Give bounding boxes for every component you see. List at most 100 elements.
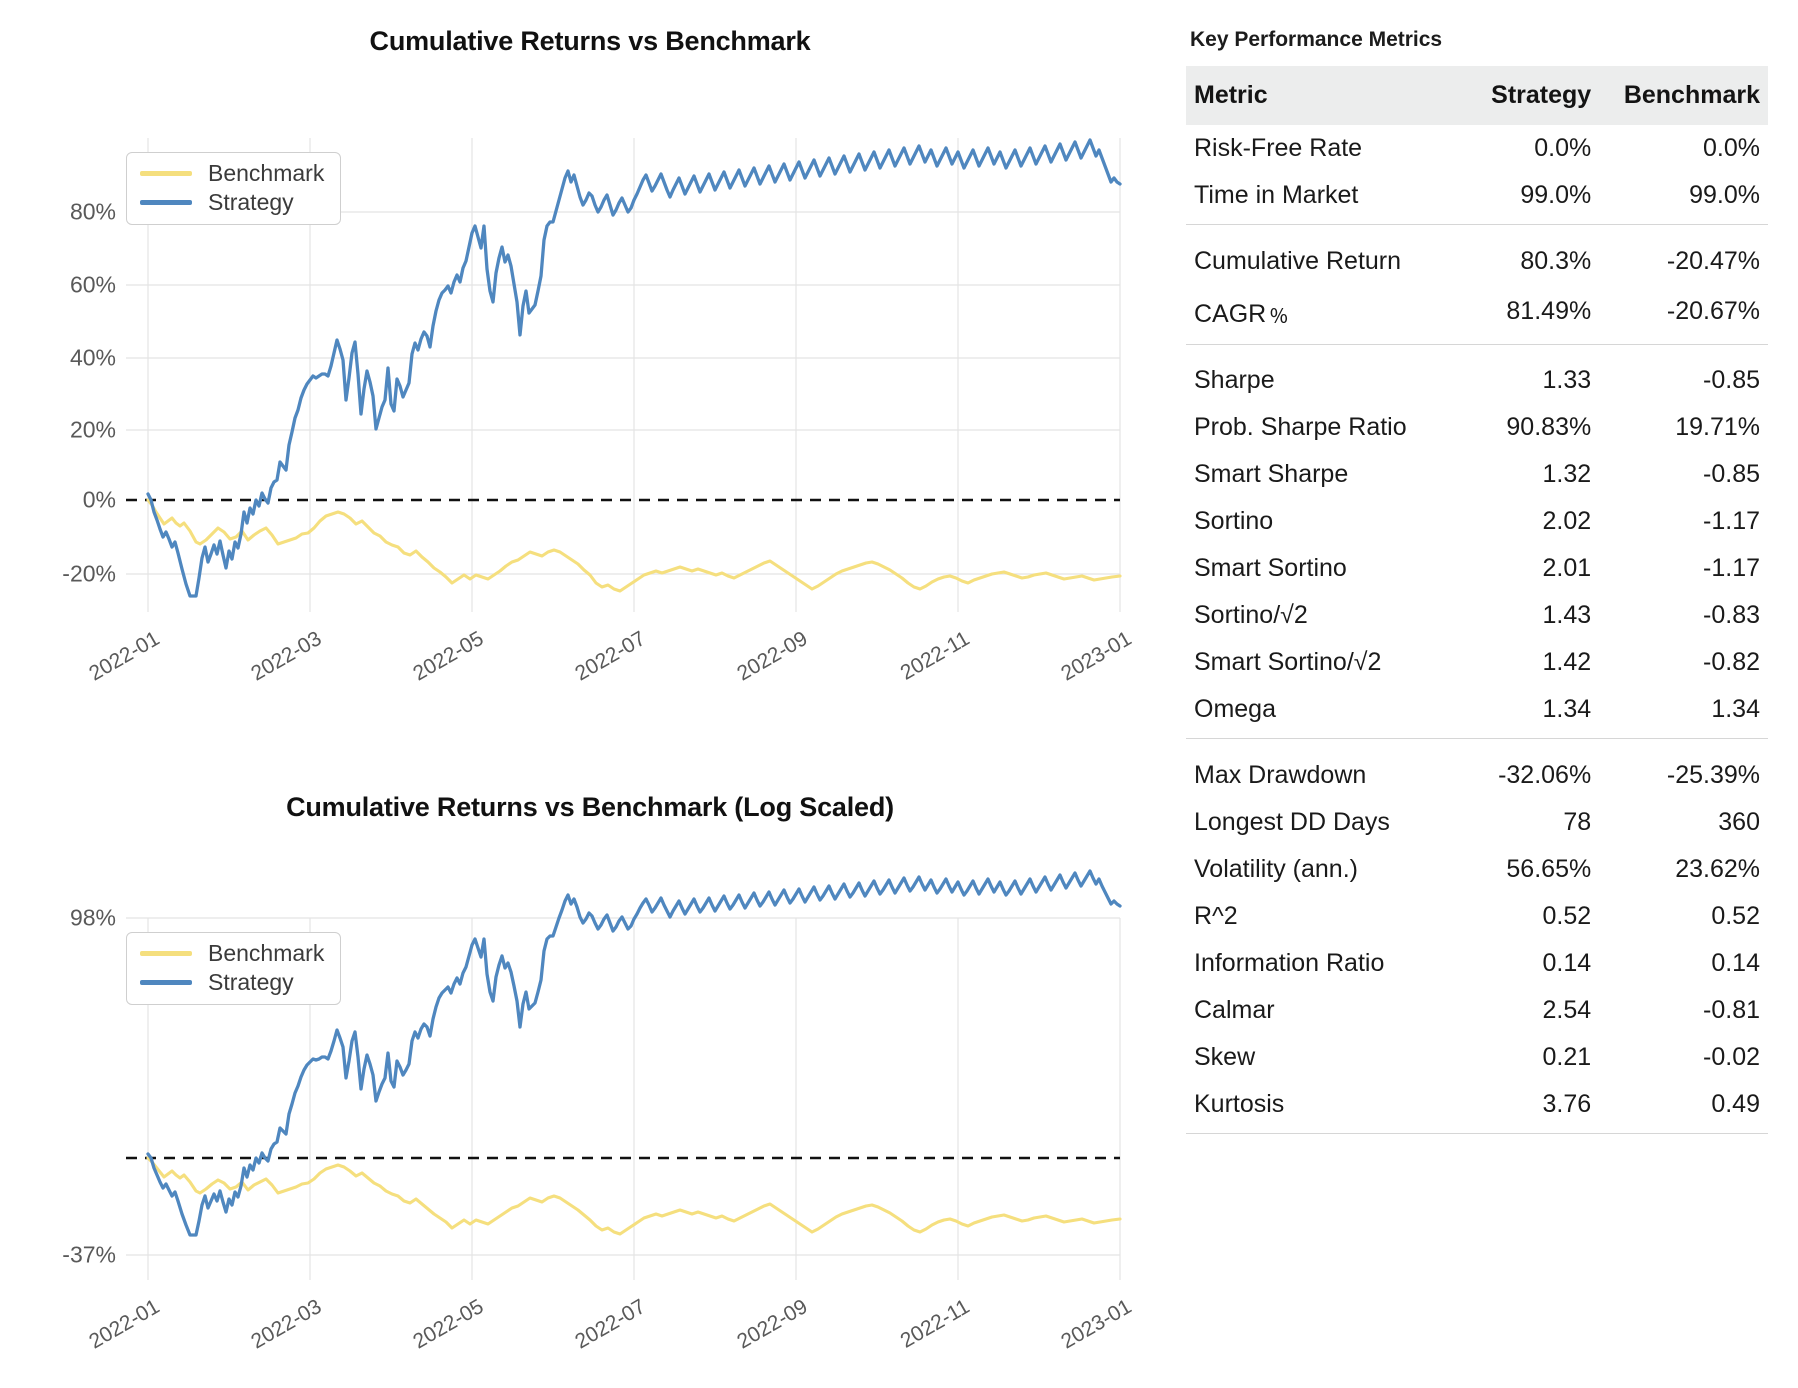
metric-benchmark-value: 19.71% [1599,404,1768,451]
metric-benchmark-value: -0.02 [1599,1034,1768,1081]
metric-label: Skew [1186,1034,1430,1081]
metric-strategy-value: 2.54 [1430,987,1599,1034]
table-row: Cumulative Return 80.3% -20.47% [1186,238,1768,285]
metric-benchmark-value: 23.62% [1599,846,1768,893]
table-row: Smart Sortino 2.01 -1.17 [1186,545,1768,592]
group-divider [1186,344,1768,357]
key-performance-metrics-table: Metric Strategy Benchmark Risk-Free Rate… [1186,66,1768,1146]
strategy-color-swatch [140,980,192,985]
metric-benchmark-value: -1.17 [1599,545,1768,592]
group-divider [1186,225,1768,238]
legend-label-benchmark: Benchmark [208,162,324,185]
metric-benchmark-value: 0.52 [1599,893,1768,940]
metric-strategy-value: 78 [1430,799,1599,846]
table-row: Sortino/√2 1.43 -0.83 [1186,592,1768,639]
metric-strategy-value: 90.83% [1430,404,1599,451]
strategy-color-swatch [140,200,192,205]
metric-label: Volatility (ann.) [1186,846,1430,893]
metric-benchmark-value: -0.83 [1599,592,1768,639]
table-row: Smart Sharpe 1.32 -0.85 [1186,451,1768,498]
metric-label: Prob. Sharpe Ratio [1186,404,1430,451]
metric-label: Smart Sharpe [1186,451,1430,498]
metric-benchmark-value: 0.14 [1599,940,1768,987]
metric-label: Kurtosis [1186,1081,1430,1134]
table-row: Skew 0.21 -0.02 [1186,1034,1768,1081]
metric-strategy-value: 80.3% [1430,238,1599,285]
benchmark-color-swatch [140,951,192,956]
chart-canvas-linear [0,0,1180,760]
metric-benchmark-value: 0.0% [1599,125,1768,172]
table-row: Information Ratio 0.14 0.14 [1186,940,1768,987]
metric-label: Time in Market [1186,172,1430,225]
column-header-benchmark: Benchmark [1599,66,1768,125]
metric-benchmark-value: 0.49 [1599,1081,1768,1134]
legend-label-benchmark: Benchmark [208,942,324,965]
legend-label-strategy: Strategy [208,191,294,214]
legend-item-benchmark: Benchmark [140,162,324,185]
metric-strategy-value: 0.0% [1430,125,1599,172]
metric-benchmark-value: -0.85 [1599,357,1768,404]
metric-strategy-value: 0.21 [1430,1034,1599,1081]
metric-label: Smart Sortino/√2 [1186,639,1430,686]
metric-strategy-value: 1.34 [1430,686,1599,739]
metric-strategy-value: 1.32 [1430,451,1599,498]
table-row: Max Drawdown -32.06% -25.39% [1186,752,1768,799]
metric-label: Sortino/√2 [1186,592,1430,639]
legend-item-strategy: Strategy [140,191,324,214]
legend-label-strategy: Strategy [208,971,294,994]
chart-legend-log: Benchmark Strategy [126,932,341,1005]
metrics-table-body: Risk-Free Rate 0.0% 0.0% Time in Market … [1186,125,1768,1146]
table-row: Risk-Free Rate 0.0% 0.0% [1186,125,1768,172]
table-row: Omega 1.34 1.34 [1186,686,1768,739]
metric-benchmark-value: -0.81 [1599,987,1768,1034]
metric-label: Calmar [1186,987,1430,1034]
metric-label: CAGR﹪ [1186,285,1430,345]
metric-strategy-value: 1.43 [1430,592,1599,639]
metric-benchmark-value: -0.82 [1599,639,1768,686]
table-row: Sharpe 1.33 -0.85 [1186,357,1768,404]
table-row: CAGR﹪ 81.49% -20.67% [1186,285,1768,345]
cumulative-returns-log-chart: Cumulative Returns vs Benchmark (Log Sca… [0,760,1180,1388]
metrics-panel-title: Key Performance Metrics [1190,28,1768,52]
chart-canvas-log [0,760,1180,1388]
metric-label: Risk-Free Rate [1186,125,1430,172]
legend-item-strategy-log: Strategy [140,971,324,994]
column-header-strategy: Strategy [1430,66,1599,125]
metric-strategy-value: 0.14 [1430,940,1599,987]
group-divider [1186,739,1768,752]
metric-benchmark-value: -0.85 [1599,451,1768,498]
charts-pane: Cumulative Returns vs Benchmark 80% 60% … [0,0,1180,1388]
metric-benchmark-value: -25.39% [1599,752,1768,799]
table-bottom-divider [1186,1133,1768,1146]
column-header-metric: Metric [1186,66,1430,125]
metric-strategy-value: 3.76 [1430,1081,1599,1134]
metric-label: Information Ratio [1186,940,1430,987]
metric-benchmark-value: -20.47% [1599,238,1768,285]
table-row: Time in Market 99.0% 99.0% [1186,172,1768,225]
table-row: Prob. Sharpe Ratio 90.83% 19.71% [1186,404,1768,451]
table-row: Volatility (ann.) 56.65% 23.62% [1186,846,1768,893]
table-row: Smart Sortino/√2 1.42 -0.82 [1186,639,1768,686]
metric-label: Cumulative Return [1186,238,1430,285]
metric-label: Smart Sortino [1186,545,1430,592]
table-row: R^2 0.52 0.52 [1186,893,1768,940]
metric-benchmark-value: -20.67% [1599,285,1768,345]
metrics-pane: Key Performance Metrics Metric Strategy … [1180,0,1798,1388]
table-row: Calmar 2.54 -0.81 [1186,987,1768,1034]
table-row: Kurtosis 3.76 0.49 [1186,1081,1768,1134]
metric-label: Sortino [1186,498,1430,545]
table-header-row: Metric Strategy Benchmark [1186,66,1768,125]
legend-item-benchmark-log: Benchmark [140,942,324,965]
metric-strategy-value: 56.65% [1430,846,1599,893]
metric-benchmark-value: 99.0% [1599,172,1768,225]
benchmark-color-swatch [140,171,192,176]
metric-strategy-value: 1.42 [1430,639,1599,686]
plot-area-log: 98% -37% [0,760,1180,1388]
metric-label: Max Drawdown [1186,752,1430,799]
metric-strategy-value: 2.01 [1430,545,1599,592]
table-row: Sortino 2.02 -1.17 [1186,498,1768,545]
metric-benchmark-value: 360 [1599,799,1768,846]
metric-strategy-value: -32.06% [1430,752,1599,799]
metric-label: Omega [1186,686,1430,739]
metric-strategy-value: 0.52 [1430,893,1599,940]
